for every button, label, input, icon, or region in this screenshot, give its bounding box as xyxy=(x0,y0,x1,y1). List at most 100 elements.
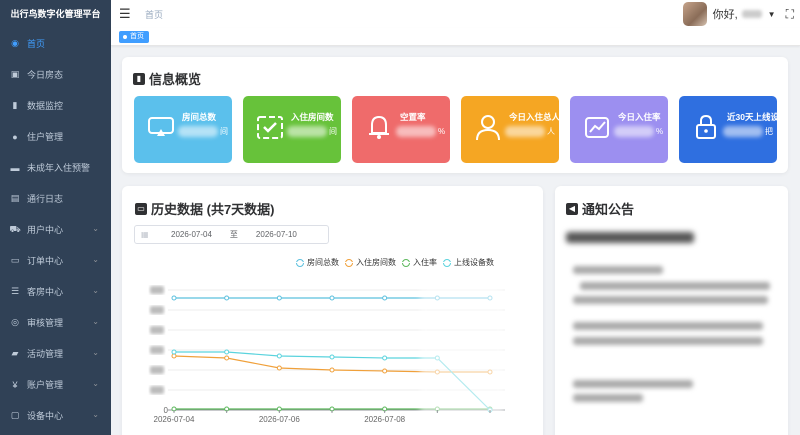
tag-home[interactable]: 首页 xyxy=(119,31,149,43)
sidebar-item[interactable]: ▤ 通行日志 xyxy=(0,183,111,214)
sidebar-item-label: 活动管理 xyxy=(27,349,64,359)
tags-view: 首页 xyxy=(111,28,800,46)
stat-label: 空置率 xyxy=(400,112,426,122)
legend-marker xyxy=(342,258,356,267)
stat-card[interactable]: 房间总数间 xyxy=(134,96,232,163)
avatar[interactable] xyxy=(682,2,707,26)
stat-card[interactable]: 近30天上线设备把 xyxy=(679,96,787,163)
hamburger-icon[interactable]: ☰ xyxy=(119,6,139,22)
sidebar-item-label: 用户中心 xyxy=(27,225,64,235)
breadcrumb[interactable]: 首页 xyxy=(145,8,163,21)
sidebar-item-label: 账户管理 xyxy=(27,380,64,390)
sidebar-item-label: 住户管理 xyxy=(27,132,64,142)
stat-unit: % xyxy=(438,127,446,136)
legend-item[interactable]: 入住房间数 xyxy=(342,257,396,268)
chart-legend: 房间总数 入住房间数 入住率 上线设备数 xyxy=(290,257,494,268)
legend-item[interactable]: 上线设备数 xyxy=(440,257,494,268)
user-area[interactable]: 你好, ▼ ⛶ xyxy=(682,2,794,26)
notice-title-text: 通知公告 xyxy=(582,202,635,217)
stat-label: 房间总数 xyxy=(182,112,217,122)
legend-marker xyxy=(399,258,413,267)
legend-marker xyxy=(440,258,454,267)
stat-value: 间 xyxy=(178,126,228,137)
caret-down-icon[interactable]: ▼ xyxy=(768,10,776,19)
stat-card[interactable]: 今日入住率% xyxy=(570,96,668,163)
legend-label: 上线设备数 xyxy=(454,258,494,267)
stat-unit: 间 xyxy=(329,127,337,136)
lock-icon xyxy=(691,112,721,142)
history-card xyxy=(122,186,543,435)
date-from[interactable]: 2026-07-04 xyxy=(171,230,212,239)
sidebar-item-label: 通行日志 xyxy=(27,194,64,204)
notice-line-redacted xyxy=(573,322,763,330)
chevron-down-icon: ⌄ xyxy=(92,379,99,388)
stat-label: 今日入住总人数 xyxy=(509,112,569,122)
stat-label: 入住房间数 xyxy=(291,112,334,122)
sidebar-item[interactable]: ▣ 今日房态 xyxy=(0,59,111,90)
sidebar-item[interactable]: ▮ 数据监控 xyxy=(0,90,111,121)
car-icon: ⛟ xyxy=(9,223,21,234)
audit-icon: ◎ xyxy=(11,317,19,327)
stat-value: % xyxy=(614,126,663,137)
header: ☰ 首页 你好, ▼ ⛶ xyxy=(111,0,800,28)
stat-unit: 把 xyxy=(765,127,773,136)
megaphone-icon: ◀ xyxy=(566,202,578,215)
stat-value-redacted xyxy=(396,126,436,137)
user-icon: ● xyxy=(12,131,18,142)
legend-item[interactable]: 入住率 xyxy=(399,257,437,268)
sidebar-item[interactable]: ▬ 未成年入住预警 xyxy=(0,152,111,183)
overview-title-text: 信息概览 xyxy=(149,72,202,87)
stat-value-redacted xyxy=(505,126,545,137)
sidebar-item[interactable]: ▰ 活动管理 ⌄ xyxy=(0,338,111,369)
chevron-down-icon: ⌄ xyxy=(92,224,99,233)
stat-card[interactable]: 入住房间数间 xyxy=(243,96,341,163)
sidebar: 出行鸟数字化管理平台 ◉ 首页 ▣ 今日房态 ▮ 数据监控 ● 住户管理 ▬ 未成年入住预警 ▤ 通行… xyxy=(0,0,111,435)
legend-item[interactable]: 房间总数 xyxy=(293,257,339,268)
stat-unit: 间 xyxy=(220,127,228,136)
chevron-down-icon: ⌄ xyxy=(92,255,99,264)
stat-value-redacted xyxy=(287,126,327,137)
log-icon: ▤ xyxy=(10,193,20,203)
stat-value-redacted xyxy=(723,126,763,137)
history-title-text: 历史数据 (共7天数据) xyxy=(151,202,275,217)
legend-label: 房间总数 xyxy=(307,258,339,267)
sidebar-item[interactable]: ⛟ 用户中心 ⌄ xyxy=(0,214,111,245)
sidebar-item[interactable]: ● 住户管理 xyxy=(0,121,111,152)
order-icon: ▭ xyxy=(10,255,20,265)
stat-value-redacted xyxy=(178,126,218,137)
notice-title: ◀ 通知公告 xyxy=(566,199,634,218)
stat-label: 近30天上线设备 xyxy=(727,112,788,122)
notice-line-redacted xyxy=(573,394,643,402)
fullscreen-icon[interactable]: ⛶ xyxy=(786,7,794,22)
building-icon: ▣ xyxy=(10,69,20,79)
stat-value: 把 xyxy=(723,126,773,137)
chevron-down-icon: ⌄ xyxy=(92,317,99,326)
notice-line-redacted xyxy=(573,296,768,304)
stat-card[interactable]: 今日入住总人数人 xyxy=(461,96,569,163)
stat-card[interactable]: 空置率% xyxy=(352,96,450,163)
image-icon: ▭ xyxy=(135,202,147,215)
date-range-picker[interactable]: ▦ 2026-07-04 至 2026-07-10 xyxy=(134,225,329,244)
notice-line-redacted xyxy=(573,337,763,345)
sidebar-item[interactable]: ◉ 首页 xyxy=(0,28,111,59)
sidebar-item-label: 设备中心 xyxy=(27,411,64,421)
dashboard-icon: ◉ xyxy=(11,38,19,48)
stat-value: 间 xyxy=(287,126,337,137)
device-icon: ▢ xyxy=(10,410,20,420)
stat-unit: % xyxy=(656,127,664,136)
sidebar-menu: ◉ 首页 ▣ 今日房态 ▮ 数据监控 ● 住户管理 ▬ 未成年入住预警 ▤ 通行日志 ⛟ 用户中心 ⌄ ▭ 订单… xyxy=(0,28,111,431)
legend-label: 入住率 xyxy=(413,258,437,267)
warning-icon: ▬ xyxy=(10,162,20,173)
date-separator: 至 xyxy=(229,230,238,239)
sidebar-item[interactable]: ☰ 客房中心 ⌄ xyxy=(0,276,111,307)
bar-chart-icon: ▮ xyxy=(133,72,145,85)
sidebar-item[interactable]: ▭ 订单中心 ⌄ xyxy=(0,245,111,276)
check-calendar-icon xyxy=(255,112,285,142)
sidebar-item[interactable]: ¥ 账户管理 ⌄ xyxy=(0,369,111,400)
sidebar-item-label: 数据监控 xyxy=(27,101,64,111)
sidebar-item-label: 订单中心 xyxy=(27,256,64,266)
room-icon: ☰ xyxy=(10,286,20,296)
date-to[interactable]: 2026-07-10 xyxy=(256,230,297,239)
sidebar-item[interactable]: ◎ 审核管理 ⌄ xyxy=(0,307,111,338)
sidebar-item[interactable]: ▢ 设备中心 ⌄ xyxy=(0,400,111,431)
